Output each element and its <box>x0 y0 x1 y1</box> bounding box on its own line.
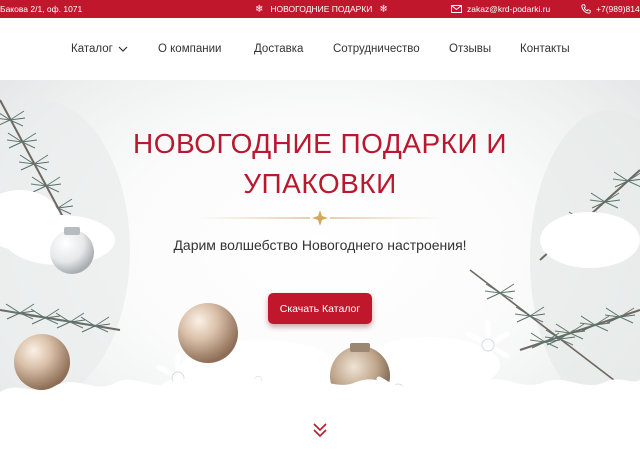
snowflake-icon: ❄ <box>379 3 388 15</box>
phone-link[interactable]: +7(989)814 <box>581 4 640 14</box>
chevron-double-down-icon[interactable] <box>311 421 329 439</box>
sparkle-divider-icon <box>196 210 444 226</box>
mail-icon <box>451 5 462 13</box>
nav-item-label[interactable]: Сотрудничество <box>333 43 420 55</box>
nav-item-delivery[interactable]: Доставка <box>254 43 303 55</box>
nav-item-label[interactable]: Каталог <box>71 43 113 55</box>
main-nav: Каталог О компании Доставка Сотрудничест… <box>0 18 640 80</box>
nav-item-label[interactable]: О компании <box>158 43 221 55</box>
nav-item-label[interactable]: Отзывы <box>449 43 491 55</box>
snowflake-icon: ❄ <box>255 3 264 15</box>
hero-title: НОВОГОДНИЕ ПОДАРКИ И УПАКОВКИ <box>90 124 550 204</box>
chevron-down-icon[interactable] <box>118 46 128 52</box>
hero-title-line1: НОВОГОДНИЕ ПОДАРКИ И <box>133 128 507 159</box>
promo-text: НОВОГОДНИЕ ПОДАРКИ <box>270 4 373 14</box>
hero-title-line2: УПАКОВКИ <box>243 168 397 199</box>
nav-item-label[interactable]: Контакты <box>520 43 570 55</box>
hero-section: НОВОГОДНИЕ ПОДАРКИ И УПАКОВКИ Дарим волш… <box>0 80 640 457</box>
nav-item-cooperation[interactable]: Сотрудничество <box>333 43 420 55</box>
address-text: Бакова 2/1, оф. 1071 <box>0 4 83 14</box>
email-text[interactable]: zakaz@krd-podarki.ru <box>467 4 550 14</box>
nav-item-catalog[interactable]: Каталог <box>71 43 128 55</box>
nav-item-reviews[interactable]: Отзывы <box>449 43 491 55</box>
nav-item-label[interactable]: Доставка <box>254 43 303 55</box>
hero-subtitle: Дарим волшебство Новогоднего настроения! <box>173 237 467 253</box>
nav-item-contacts[interactable]: Контакты <box>520 43 570 55</box>
phone-text[interactable]: +7(989)814 <box>596 4 640 14</box>
download-catalog-button[interactable]: Скачать Каталог <box>268 293 372 324</box>
email-link[interactable]: zakaz@krd-podarki.ru <box>451 4 550 14</box>
top-bar: Бакова 2/1, оф. 1071 ❄ НОВОГОДНИЕ ПОДАРК… <box>0 0 640 18</box>
nav-item-about[interactable]: О компании <box>158 43 221 55</box>
promo-banner: ❄ НОВОГОДНИЕ ПОДАРКИ ❄ <box>248 4 395 14</box>
phone-icon <box>581 4 591 14</box>
